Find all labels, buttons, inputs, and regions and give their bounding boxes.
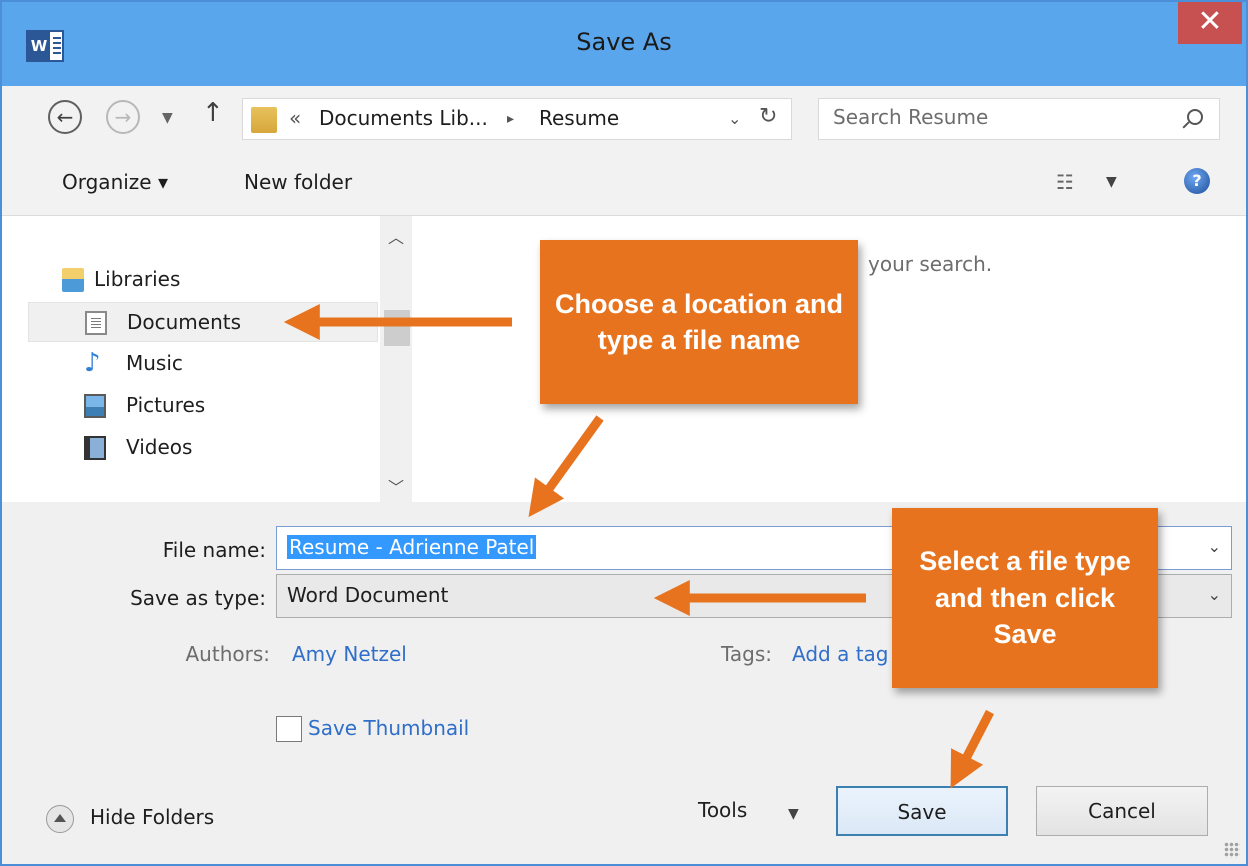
- authors-value[interactable]: Amy Netzel: [292, 642, 407, 666]
- search-input[interactable]: [833, 105, 1153, 129]
- file-name-dropdown-icon[interactable]: ⌄: [1208, 537, 1221, 556]
- address-box[interactable]: « Documents Lib... ▸ Resume ⌄ ↻: [242, 98, 792, 140]
- nav-scrollbar[interactable]: ︿ ﹀: [380, 216, 412, 502]
- music-icon: ♪: [84, 348, 101, 378]
- nav-item-label: Pictures: [126, 393, 206, 417]
- nav-item-documents[interactable]: Documents: [28, 302, 378, 342]
- callout-select-file-type: Select a file type and then click Save: [892, 508, 1158, 688]
- scroll-thumb[interactable]: [384, 310, 410, 346]
- nav-item-videos[interactable]: Videos: [28, 428, 378, 468]
- back-button[interactable]: ←: [48, 100, 82, 134]
- up-folder-button[interactable]: ↑: [202, 98, 224, 128]
- view-options-dropdown-icon[interactable]: ▼: [1106, 174, 1117, 190]
- save-as-type-dropdown-icon[interactable]: ⌄: [1208, 585, 1221, 604]
- breadcrumb-overflow[interactable]: «: [289, 106, 301, 130]
- command-bar: Organize ▾ New folder ☷ ▼ ?: [2, 146, 1246, 216]
- hide-folders-label: Hide Folders: [90, 805, 215, 829]
- collapse-icon: [46, 805, 74, 833]
- folder-icon: [251, 107, 277, 133]
- libraries-icon: [62, 268, 84, 292]
- title-bar[interactable]: W Save As ✕: [2, 2, 1246, 86]
- documents-icon: [85, 311, 107, 335]
- file-name-label: File name:: [162, 538, 266, 562]
- breadcrumb-resume[interactable]: Resume: [539, 106, 619, 130]
- cancel-button[interactable]: Cancel: [1036, 786, 1208, 836]
- navigation-pane: Libraries Documents ♪ Music Pictures Vid…: [2, 216, 414, 502]
- scroll-down-icon[interactable]: ﹀: [388, 474, 404, 498]
- search-box[interactable]: [818, 98, 1220, 140]
- forward-button[interactable]: →: [106, 100, 140, 134]
- address-row: ← → ▼ ↑ « Documents Lib... ▸ Resume ⌄ ↻: [2, 86, 1246, 146]
- search-icon[interactable]: [1187, 109, 1203, 125]
- change-view-icon[interactable]: ☷: [1056, 170, 1074, 194]
- nav-item-label: Libraries: [94, 267, 181, 291]
- save-button[interactable]: Save: [836, 786, 1008, 836]
- save-as-type-label: Save as type:: [130, 586, 266, 610]
- window-title: Save As: [576, 28, 672, 56]
- nav-item-libraries[interactable]: Libraries: [62, 260, 362, 300]
- nav-item-music[interactable]: ♪ Music: [28, 344, 378, 384]
- nav-item-pictures[interactable]: Pictures: [28, 386, 378, 426]
- tools-dropdown-icon[interactable]: ▼: [788, 806, 799, 822]
- callout-choose-location: Choose a location and type a file name: [540, 240, 858, 404]
- tags-value[interactable]: Add a tag: [792, 642, 888, 666]
- save-thumbnail-label[interactable]: Save Thumbnail: [308, 716, 469, 740]
- close-button[interactable]: ✕: [1178, 2, 1242, 44]
- scroll-up-icon[interactable]: ︿: [388, 224, 404, 248]
- tags-label: Tags:: [720, 642, 772, 666]
- new-folder-button[interactable]: New folder: [244, 170, 352, 194]
- save-thumbnail-checkbox[interactable]: [276, 716, 302, 742]
- save-as-dialog: W Save As ✕ ← → ▼ ↑ « Documents Lib... ▸…: [0, 0, 1248, 866]
- nav-item-label: Documents: [127, 310, 242, 334]
- recent-locations-dropdown-icon[interactable]: ▼: [162, 110, 173, 126]
- file-name-value[interactable]: Resume - Adrienne Patel: [287, 535, 537, 559]
- resize-grip-icon[interactable]: [1224, 842, 1240, 858]
- help-icon[interactable]: ?: [1184, 168, 1210, 194]
- organize-button[interactable]: Organize ▾: [62, 170, 168, 194]
- address-dropdown-icon[interactable]: ⌄: [728, 109, 741, 128]
- breadcrumb-separator-icon[interactable]: ▸: [507, 111, 514, 127]
- pictures-icon: [84, 394, 106, 418]
- refresh-icon[interactable]: ↻: [759, 104, 777, 129]
- empty-search-message: your search.: [868, 252, 993, 276]
- save-as-type-value[interactable]: Word Document: [287, 583, 448, 607]
- breadcrumb-documents-library[interactable]: Documents Lib...: [319, 106, 488, 130]
- authors-label: Authors:: [185, 642, 271, 666]
- nav-item-label: Music: [126, 351, 183, 375]
- videos-icon: [84, 436, 106, 460]
- tools-button[interactable]: Tools: [698, 798, 747, 822]
- nav-item-label: Videos: [126, 435, 193, 459]
